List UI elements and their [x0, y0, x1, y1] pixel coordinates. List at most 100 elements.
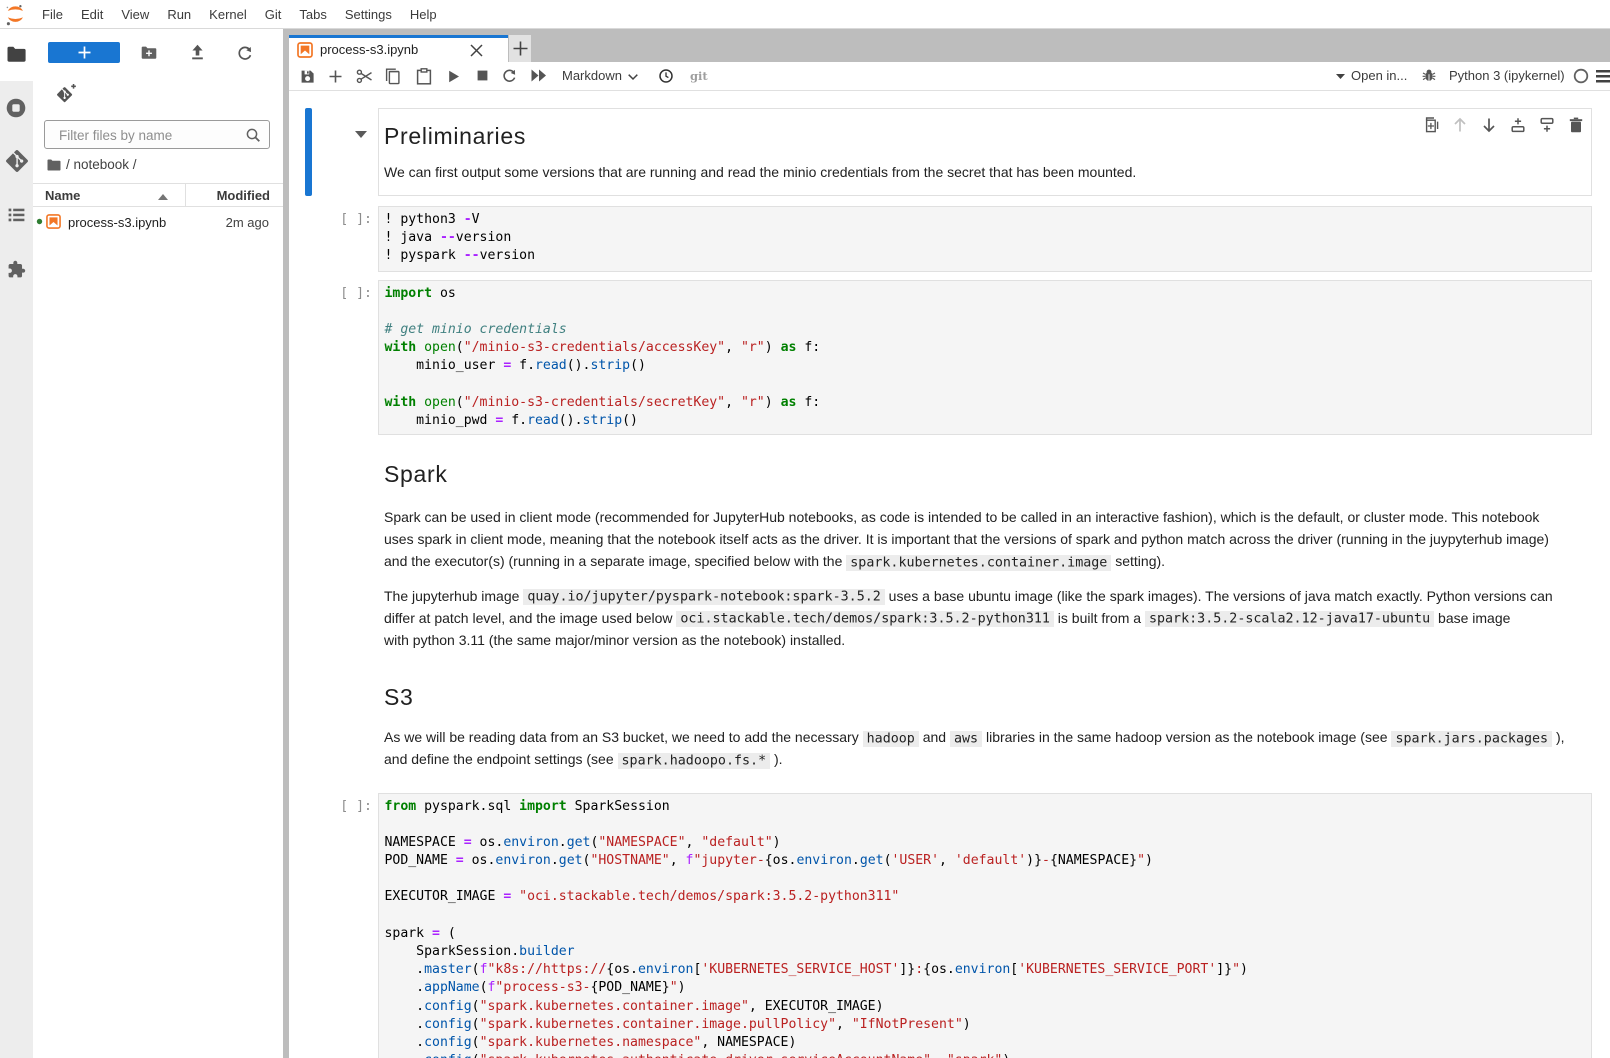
git-clone-icon[interactable]	[57, 84, 77, 104]
md-line: The jupyterhub image quay.io/jupyter/pys…	[384, 585, 1553, 607]
cell-prompt: [ ]:	[311, 798, 372, 816]
menu-item-file[interactable]: File	[33, 1, 72, 29]
sort-caret-icon	[158, 194, 168, 200]
menu-item-tabs[interactable]: Tabs	[290, 1, 335, 29]
running-kernels-icon	[6, 98, 27, 119]
filter-files-box	[44, 120, 270, 149]
md-line: Spark can be used in client mode (recomm…	[384, 506, 1549, 528]
bug-icon[interactable]	[1422, 69, 1436, 83]
run-icon[interactable]	[448, 70, 460, 83]
menu: FileEditViewRunKernelGitTabsSettingsHelp	[33, 1, 446, 29]
copy-icon[interactable]	[385, 68, 401, 85]
sidebar-tab-git[interactable]	[0, 150, 33, 172]
md-paragraph: We can first output some versions that a…	[384, 161, 1136, 183]
code-line	[385, 907, 1248, 925]
activity-bar	[0, 29, 33, 1058]
menu-item-git[interactable]: Git	[256, 1, 291, 29]
code-line: import os	[385, 285, 821, 303]
menu-item-settings[interactable]: Settings	[336, 1, 401, 29]
breadcrumb-folder-icon[interactable]	[47, 159, 61, 171]
plus-icon	[513, 41, 528, 56]
filter-files-input[interactable]	[57, 122, 246, 149]
git-toolbar-label[interactable]: git	[690, 62, 708, 90]
md-paragraph: Spark can be used in client mode (recomm…	[384, 506, 1549, 572]
running-status-dot	[36, 218, 43, 225]
sidebar-tab-running[interactable]	[0, 98, 33, 119]
menu-item-run[interactable]: Run	[158, 1, 200, 29]
code-line: from pyspark.sql import SparkSession	[385, 798, 1248, 816]
md-line: with python 3.11 (the same major/minor v…	[384, 629, 1553, 651]
file-name: process-s3.ipynb	[68, 214, 166, 231]
duplicate-cell-icon[interactable]	[1423, 117, 1439, 133]
code-editor: import os # get minio credentialswith op…	[385, 285, 821, 431]
md-paragraph: As we will be reading data from an S3 bu…	[384, 726, 1565, 770]
kernel-status-icon[interactable]	[1573, 68, 1589, 84]
dock-tab-bar: process-s3.ipynb	[289, 29, 1610, 62]
git-icon	[6, 150, 28, 172]
cell-prompt: [ ]:	[311, 211, 372, 229]
code-line: ! pyspark --version	[385, 247, 536, 265]
breadcrumb[interactable]: / notebook /	[66, 155, 137, 175]
divider	[33, 183, 283, 184]
open-in-dropdown[interactable]: Open in...	[1351, 62, 1407, 90]
menu-item-kernel[interactable]: Kernel	[200, 1, 256, 29]
divider	[33, 206, 283, 207]
stop-icon[interactable]	[475, 68, 490, 83]
md-line: and define the endpoint settings (see sp…	[384, 748, 1565, 770]
menu-item-edit[interactable]: Edit	[72, 1, 112, 29]
close-icon[interactable]	[470, 44, 483, 57]
code-line: NAMESPACE = os.environ.get("NAMESPACE", …	[385, 834, 1248, 852]
notebook-panel: Preliminaries We can first output some v…	[289, 91, 1610, 1058]
refresh-icon[interactable]	[237, 46, 253, 62]
insert-cell-icon[interactable]	[329, 70, 342, 83]
md-line: and the executor(s) (running in a separa…	[384, 550, 1549, 572]
clock-icon[interactable]	[659, 69, 673, 83]
heading-collapser-icon[interactable]	[355, 131, 367, 138]
hamburger-menu-icon[interactable]	[1596, 70, 1610, 83]
cut-icon[interactable]	[356, 68, 374, 85]
sidebar-tab-extensions[interactable]	[0, 260, 33, 279]
new-launcher-button[interactable]	[48, 42, 120, 63]
menu-item-help[interactable]: Help	[401, 1, 446, 29]
sidebar-tab-file-browser[interactable]	[0, 46, 33, 63]
column-header-name[interactable]: Name	[45, 186, 80, 206]
tab-process-s3[interactable]: process-s3.ipynb	[289, 35, 508, 62]
md-line: uses spark in client mode, meaning that …	[384, 528, 1549, 550]
delete-cell-icon[interactable]	[1568, 117, 1584, 133]
move-cell-up-icon[interactable]	[1452, 117, 1468, 133]
restart-run-all-icon[interactable]	[530, 68, 548, 83]
insert-cell-below-icon[interactable]	[1539, 117, 1555, 133]
save-icon[interactable]	[300, 69, 315, 84]
restart-icon[interactable]	[502, 69, 517, 84]
code-line: .master(f"k8s://https://{os.environ['KUB…	[385, 961, 1248, 979]
move-cell-down-icon[interactable]	[1481, 117, 1497, 133]
paste-icon[interactable]	[416, 68, 432, 85]
sidebar-tab-toc[interactable]	[0, 207, 33, 222]
upload-icon[interactable]	[189, 44, 206, 61]
insert-cell-above-icon[interactable]	[1510, 117, 1526, 133]
code-cell-versions[interactable]	[378, 206, 1592, 272]
tab-label: process-s3.ipynb	[320, 38, 418, 61]
active-cell-indicator[interactable]	[305, 108, 312, 196]
md-line: As we will be reading data from an S3 bu…	[384, 726, 1565, 748]
code-line	[385, 816, 1248, 834]
code-line: ! java --version	[385, 229, 536, 247]
kernel-name[interactable]: Python 3 (ipykernel)	[1449, 62, 1565, 90]
md-line: We can first output some versions that a…	[384, 161, 1136, 183]
file-modified: 2m ago	[200, 214, 269, 231]
markdown-cell-preliminaries[interactable]	[378, 108, 1592, 196]
new-tab-button[interactable]	[509, 35, 531, 62]
code-line: with open("/minio-s3-credentials/accessK…	[385, 339, 821, 357]
new-folder-icon[interactable]	[141, 46, 157, 60]
code-line: .config("spark.kubernetes.container.imag…	[385, 1016, 1248, 1034]
md-heading: S3	[384, 683, 414, 711]
notebook-file-icon	[46, 214, 61, 229]
code-line	[385, 870, 1248, 888]
menu-item-view[interactable]: View	[112, 1, 158, 29]
column-header-modified[interactable]: Modified	[216, 186, 270, 206]
menubar: FileEditViewRunKernelGitTabsSettingsHelp	[0, 0, 1610, 29]
cell-type-dropdown[interactable]: Markdown	[562, 62, 622, 90]
cell-prompt: [ ]:	[311, 285, 372, 303]
code-line	[385, 303, 821, 321]
code-line: SparkSession.builder	[385, 943, 1248, 961]
